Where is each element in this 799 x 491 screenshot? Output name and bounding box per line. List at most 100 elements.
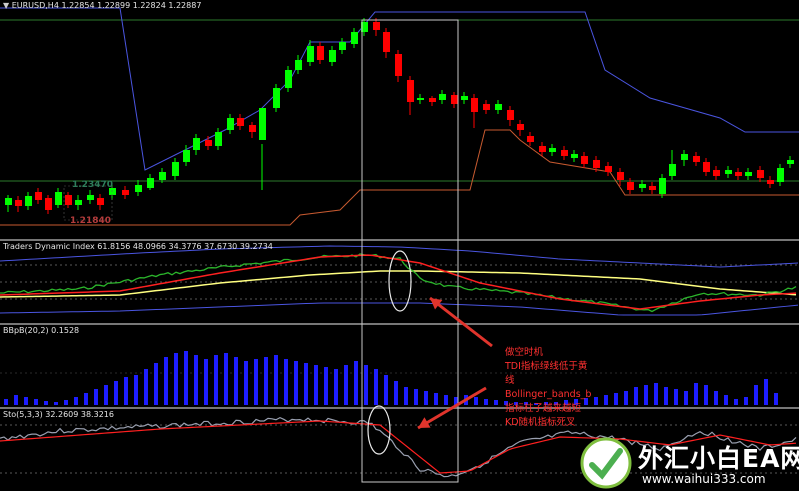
candle-body (15, 200, 22, 206)
bbpb-bar (84, 393, 88, 405)
candle-body (495, 104, 502, 110)
bbpb-bar (364, 365, 368, 405)
candle-body (681, 154, 688, 160)
bbpb-bar (734, 399, 738, 405)
tdi-pane[interactable]: Traders Dynamic Index 61.8156 48.0966 34… (0, 241, 799, 323)
bbpb-bar (64, 400, 68, 405)
bbpb-bar (604, 395, 608, 405)
bbpb-bar (634, 387, 638, 405)
bbpb-bar (54, 402, 58, 405)
stochastic-label: Sto(5,3,3) 32.2609 38.3216 (3, 410, 114, 419)
candle-body (351, 32, 358, 44)
candle-body (97, 198, 104, 205)
bbpb-bar (464, 395, 468, 405)
annotation-line: Bollinger_bands_b (505, 389, 592, 400)
candle-body (713, 170, 720, 176)
bbpb-bar (204, 359, 208, 405)
candle-body (205, 140, 212, 146)
candle-body (571, 154, 578, 158)
bbpb-bar (114, 381, 118, 405)
bbpb-bar (494, 400, 498, 405)
bbpb-bar (134, 375, 138, 405)
bbpb-bar (444, 395, 448, 405)
candle-body (249, 125, 256, 132)
bbpb-bar (774, 393, 778, 405)
candle-body (417, 98, 424, 100)
annotation-line: 线 (505, 375, 515, 386)
candle-body (373, 22, 380, 30)
bbpb-bar (234, 357, 238, 405)
candle-body (527, 136, 534, 142)
tdi-yellow-line (0, 270, 797, 298)
bbpb-bar (94, 389, 98, 405)
watermark-title: 外汇小白EA网 (638, 444, 799, 473)
bbpb-bar (294, 361, 298, 405)
candle-body (767, 180, 774, 184)
tdi-label: Traders Dynamic Index 61.8156 48.0966 34… (3, 242, 273, 251)
candle-body (25, 196, 32, 206)
bbpb-bar (274, 355, 278, 405)
candle-body (45, 198, 52, 210)
bbpb-bar (254, 359, 258, 405)
candle-body (407, 80, 414, 102)
price-tag-lower: 1.21840 (70, 216, 111, 226)
bbpb-bar (704, 385, 708, 405)
candle-body (787, 160, 794, 164)
candle-body (507, 110, 514, 120)
candle-body (317, 46, 324, 60)
candle-body (777, 168, 784, 182)
bbpb-label: BBpB(20,2) 0.1528 (3, 326, 80, 335)
bbpb-bar (744, 397, 748, 405)
bbpb-bar (24, 397, 28, 405)
upper-channel-line (0, 7, 799, 171)
bbpb-bar (154, 363, 158, 405)
bbpb-bar (664, 387, 668, 405)
candle-body (627, 182, 634, 190)
candle-body (193, 138, 200, 150)
bbpb-pane[interactable]: BBpB(20,2) 0.1528 (0, 325, 799, 407)
bbpb-bar (644, 385, 648, 405)
watermark: 外汇小白EA网 www.waihui333.com (578, 435, 799, 491)
annotation-line: 做空时机 (505, 347, 544, 358)
bbpb-bar (414, 389, 418, 405)
bbpb-bar (4, 399, 8, 405)
bbpb-bar (764, 379, 768, 405)
bbpb-bar (374, 369, 378, 405)
candle-body (122, 190, 129, 195)
bbpb-bar (184, 351, 188, 405)
bbpb-bar (334, 369, 338, 405)
candle-body (471, 98, 478, 112)
candle-body (65, 195, 72, 205)
bbpb-bar (724, 395, 728, 405)
collapse-arrow-icon: ▼ (3, 1, 12, 10)
bbpb-bar (384, 375, 388, 405)
candle-body (605, 166, 612, 172)
bbpb-histogram (0, 351, 799, 405)
candle-body (581, 156, 588, 164)
candle-body (159, 172, 166, 180)
candle-body (135, 185, 142, 192)
candle-body (172, 162, 179, 176)
bbpb-bar (624, 391, 628, 405)
bbpb-bar (474, 397, 478, 405)
candle-body (5, 198, 12, 205)
bbpb-bar (34, 399, 38, 405)
candle-body (147, 178, 154, 188)
candle-body (617, 172, 624, 180)
annotation-text: 做空时机 TDI指标绿线低于黄 线 Bollinger_bands_b 指标柱子… (505, 346, 591, 430)
bbpb-bar (394, 381, 398, 405)
candle-body (395, 54, 402, 76)
candle-body (561, 150, 568, 156)
bbpb-bar (14, 395, 18, 405)
bbpb-bar (244, 361, 248, 405)
candle-body (693, 156, 700, 162)
price-chart-pane[interactable]: ▼ EURUSD,H4 1.22854 1.22899 1.22824 1.22… (0, 0, 799, 239)
chart-symbol-label: ▼ EURUSD,H4 1.22854 1.22899 1.22824 1.22… (3, 1, 202, 10)
bbpb-bar (324, 367, 328, 405)
tdi-lower-band (0, 302, 799, 316)
bbpb-bar (684, 391, 688, 405)
candle-body (439, 94, 446, 100)
candle-body (215, 132, 222, 146)
bbpb-bar (104, 385, 108, 405)
bbpb-bar (484, 399, 488, 405)
